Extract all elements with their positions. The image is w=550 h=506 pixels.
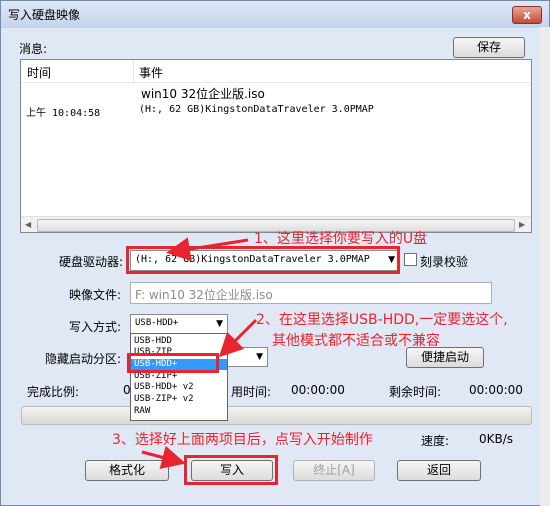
annotation-step-2-line-1: 2、在这里选择USB-HDD,一定要选这个, xyxy=(256,312,508,328)
arrow-2-icon xyxy=(218,318,258,358)
annotation-step-1: 1、这里选择你要写入的U盘 xyxy=(254,231,428,247)
arrow-1-icon xyxy=(166,237,249,262)
arrow-3-icon xyxy=(141,445,186,470)
annotation-step-2-line-2: 其他模式都不适合或不兼容 xyxy=(272,333,440,349)
annotation-step-3: 3、选择好上面两项目后，点写入开始制作 xyxy=(112,432,373,448)
